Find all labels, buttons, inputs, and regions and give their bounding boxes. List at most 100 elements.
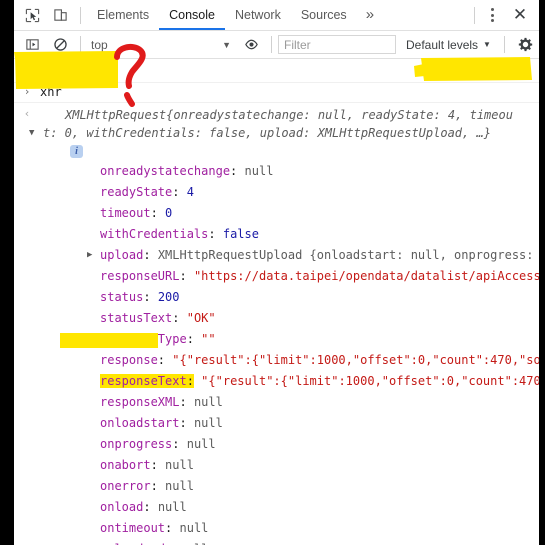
property-row[interactable]: onprogress: null bbox=[40, 434, 539, 455]
property-row[interactable]: response: "{"result":{"limit":1000,"offs… bbox=[40, 350, 539, 371]
source-link[interactable]: all.js:5 bbox=[469, 63, 527, 77]
property-value: null bbox=[179, 521, 209, 535]
expand-triangle-icon[interactable]: ▼ bbox=[29, 124, 34, 142]
property-colon: : bbox=[179, 416, 187, 430]
more-tabs-icon[interactable]: » bbox=[357, 1, 383, 29]
property-colon: : bbox=[186, 374, 194, 388]
property-key: onabort bbox=[100, 458, 151, 472]
filter-input[interactable] bbox=[278, 35, 396, 54]
console-output[interactable]: all.js:5 › xhr ‹ XMLHttpRequest{onreadys… bbox=[14, 59, 539, 545]
property-key: timeout bbox=[100, 206, 151, 220]
property-row[interactable]: status: 200 bbox=[40, 287, 539, 308]
property-value: null bbox=[193, 395, 223, 409]
property-value: null bbox=[244, 164, 274, 178]
inspect-cursor-icon[interactable] bbox=[18, 2, 46, 29]
property-row[interactable]: onload: null bbox=[40, 497, 539, 518]
property-value: false bbox=[222, 227, 259, 241]
property-key: responseURL bbox=[100, 269, 180, 283]
settings-gear-icon[interactable] bbox=[511, 32, 539, 58]
console-result-row: ‹ XMLHttpRequest{onreadystatechange: nul… bbox=[14, 103, 539, 545]
property-value: "" bbox=[201, 332, 216, 346]
property-key: statusText bbox=[100, 311, 173, 325]
chevron-down-icon-levels: ▼ bbox=[483, 40, 491, 49]
property-value: 4 bbox=[186, 185, 194, 199]
object-property-list: onreadystatechange: null readyState: 4 tim… bbox=[40, 161, 539, 545]
property-row[interactable]: responseType: "" bbox=[40, 329, 539, 350]
property-value: null bbox=[165, 479, 194, 493]
chevron-down-icon: ▼ bbox=[222, 39, 231, 50]
live-expression-icon[interactable] bbox=[237, 31, 265, 58]
property-row[interactable]: ontimeout: null bbox=[40, 518, 539, 539]
property-colon: : bbox=[179, 269, 187, 283]
tab-console[interactable]: Console bbox=[159, 0, 225, 30]
expand-triangle-icon[interactable]: ▶ bbox=[87, 245, 92, 266]
property-value: 200 bbox=[157, 290, 180, 304]
property-row[interactable]: timeout: 0 bbox=[40, 203, 539, 224]
tab-network[interactable]: Network bbox=[225, 0, 291, 30]
property-key: responseType bbox=[100, 332, 187, 346]
property-colon: : bbox=[179, 395, 187, 409]
property-row[interactable]: onerror: null bbox=[40, 476, 539, 497]
property-value: XMLHttpRequestUpload {onloadstart: null,… bbox=[157, 248, 539, 262]
devtools-tabbar: Elements Console Network Sources » ✕ bbox=[14, 0, 539, 31]
property-value: "{"result":{"limit":1000,"offset":0,"cou… bbox=[172, 353, 539, 367]
close-icon[interactable]: ✕ bbox=[505, 2, 535, 29]
property-row[interactable]: responseText: "{"result":{"limit":1000,"… bbox=[40, 371, 539, 392]
property-value: null bbox=[186, 437, 216, 451]
log-levels-select[interactable]: Default levels ▼ bbox=[396, 38, 497, 52]
property-colon: : bbox=[143, 290, 151, 304]
console-input-echo: xhr bbox=[40, 85, 62, 99]
property-key: onloadstart bbox=[100, 416, 180, 430]
tab-sources[interactable]: Sources bbox=[291, 0, 357, 30]
property-row[interactable]: readyState: 4 bbox=[40, 182, 539, 203]
property-row[interactable]: onreadystatechange: null bbox=[40, 161, 539, 182]
property-value: null bbox=[165, 458, 194, 472]
more-options-icon[interactable] bbox=[481, 2, 503, 29]
log-levels-label: Default levels bbox=[406, 37, 479, 52]
property-key: onerror bbox=[100, 479, 151, 493]
property-row[interactable]: onloadend: null bbox=[40, 539, 539, 545]
property-colon: : bbox=[230, 164, 238, 178]
property-row[interactable]: statusText: "OK" bbox=[40, 308, 539, 329]
property-row[interactable]: responseURL: "https://data.taipei/openda… bbox=[40, 266, 539, 287]
result-object: XMLHttpRequest{onreadystatechange: null,… bbox=[29, 106, 539, 545]
property-key: readyState bbox=[100, 185, 173, 199]
info-badge-row: i bbox=[40, 142, 539, 161]
property-colon: : bbox=[143, 500, 151, 514]
property-colon: : bbox=[208, 227, 216, 241]
clear-console-icon[interactable] bbox=[46, 31, 74, 58]
property-row[interactable]: ▶ upload: XMLHttpRequestUpload {onloadsta… bbox=[40, 245, 539, 266]
property-value: null bbox=[157, 500, 187, 514]
property-key: onload bbox=[100, 500, 144, 514]
console-drawer-icon[interactable] bbox=[18, 31, 46, 58]
info-icon[interactable]: i bbox=[70, 145, 83, 158]
property-value: "OK" bbox=[186, 311, 216, 325]
property-value: null bbox=[193, 416, 223, 430]
property-row[interactable]: responseXML: null bbox=[40, 392, 539, 413]
property-colon: : bbox=[150, 479, 158, 493]
property-key: onreadystatechange bbox=[100, 164, 231, 178]
object-preview-line-2[interactable]: ▼ t: 0, withCredentials: false, upload: X… bbox=[29, 124, 539, 142]
page-gutter-left bbox=[0, 0, 14, 545]
tab-elements[interactable]: Elements bbox=[87, 0, 159, 30]
property-colon: : bbox=[186, 332, 194, 346]
object-preview-1: onreadystatechange: null, readyState: 4,… bbox=[173, 108, 513, 122]
object-preview-2: t: 0, withCredentials: false, upload: XM… bbox=[43, 126, 491, 140]
console-filterbar: top ▼ Default levels ▼ bbox=[14, 31, 539, 59]
devtools-window: Elements Console Network Sources » ✕ top… bbox=[0, 0, 545, 545]
property-row[interactable]: onabort: null bbox=[40, 455, 539, 476]
object-preview-line-1[interactable]: XMLHttpRequest{onreadystatechange: null,… bbox=[40, 106, 539, 124]
device-toolbar-icon[interactable] bbox=[46, 2, 74, 29]
property-colon: : bbox=[157, 353, 166, 367]
output-caret-icon: ‹ bbox=[23, 107, 31, 120]
devtools-panel: Elements Console Network Sources » ✕ top… bbox=[14, 0, 539, 545]
property-value: "https://data.taipei/opendata/datalist/a… bbox=[193, 269, 539, 283]
execution-context-select[interactable]: top ▼ bbox=[87, 38, 237, 52]
property-value: "{"result":{"limit":1000,"offset":0,"cou… bbox=[201, 374, 539, 388]
property-key: responseXML bbox=[100, 395, 180, 409]
console-source-row: all.js:5 bbox=[14, 59, 539, 83]
property-row[interactable]: onloadstart: null bbox=[40, 413, 539, 434]
execution-context-label: top bbox=[91, 37, 108, 52]
property-row[interactable]: withCredentials: false bbox=[40, 224, 539, 245]
tabbar-divider bbox=[80, 6, 81, 24]
